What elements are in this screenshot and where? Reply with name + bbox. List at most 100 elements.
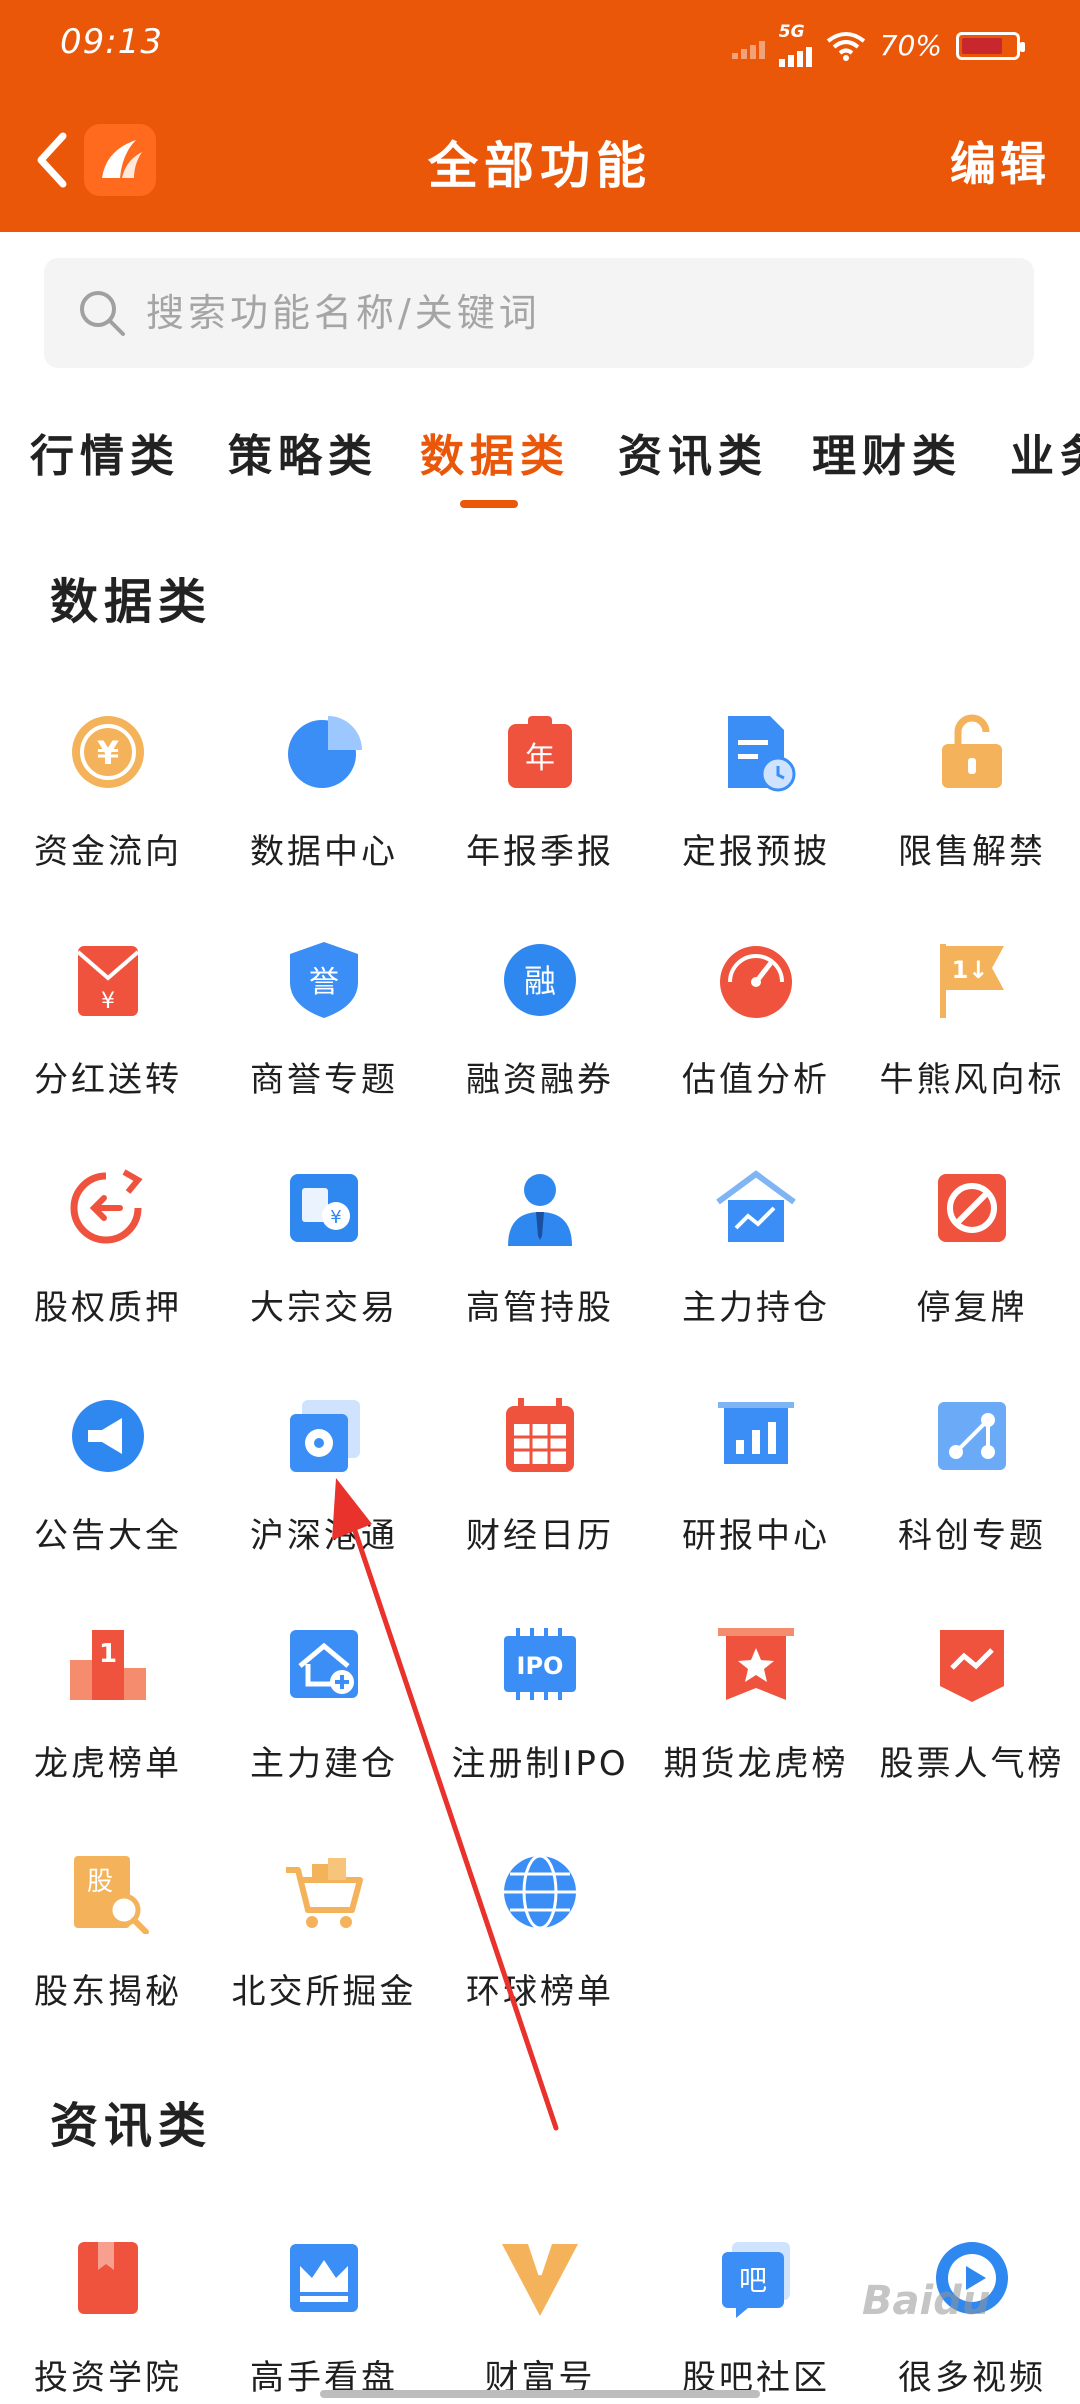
search-icon	[80, 291, 125, 336]
function-item-label: 大宗交易	[250, 1288, 398, 1328]
house-plus-icon	[290, 1630, 358, 1698]
function-item-label: 股东揭秘	[34, 1972, 182, 2012]
function-item-label: 数据中心	[250, 832, 398, 872]
battery-icon	[956, 31, 1025, 60]
red-envelope-icon: ¥	[76, 946, 140, 1016]
app-header: 09:13 5G 70% 全部功能 编辑	[0, 0, 1080, 232]
function-item[interactable]: IPO 注册制IPO	[432, 1622, 648, 1842]
function-item-label: 融资融券	[466, 1060, 614, 1100]
function-item[interactable]: ¥ 分红送转	[0, 938, 216, 1158]
function-item[interactable]: 财经日历	[432, 1394, 648, 1614]
svg-text:1↓: 1↓	[952, 956, 989, 984]
function-item-label: 商誉专题	[250, 1060, 398, 1100]
tab-business[interactable]: 业务	[1010, 420, 1080, 484]
function-item[interactable]: 沪深港通	[216, 1394, 432, 1614]
bull-bear-flag-icon: 1↓	[940, 944, 1004, 1018]
function-item[interactable]: 股权质押	[0, 1166, 216, 1386]
nav-bar: 全部功能 编辑	[0, 100, 1080, 220]
signal-sim2: 5G	[778, 24, 812, 67]
globe-icon	[504, 1854, 576, 1930]
search-bar[interactable]	[44, 258, 1034, 368]
document-clock-icon	[728, 716, 796, 792]
pie-chart-icon	[288, 716, 362, 788]
function-item[interactable]: 誉商誉专题	[216, 938, 432, 1158]
function-item-label: 很多视频	[898, 2358, 1046, 2398]
yuan-coin-icon: ¥	[72, 716, 144, 788]
margin-trading-icon: 融	[504, 944, 576, 1016]
annual-report-icon: 年	[508, 716, 572, 788]
book-icon	[78, 2242, 138, 2314]
function-item[interactable]: 财富号	[432, 2236, 648, 2404]
status-bar: 09:13 5G 70%	[0, 0, 1080, 90]
function-item[interactable]: 公告大全	[0, 1394, 216, 1614]
hk-connect-icon	[290, 1400, 360, 1472]
function-item[interactable]: 1↓ 牛熊风向标	[864, 938, 1080, 1158]
function-item-label: 年报季报	[466, 832, 614, 872]
home-indicator[interactable]	[320, 2390, 760, 2398]
function-item[interactable]: 数据中心	[216, 710, 432, 930]
function-item[interactable]: 期货龙虎榜	[648, 1622, 864, 1842]
function-item-label: 资金流向	[34, 832, 182, 872]
function-item-label: 股票人气榜	[879, 1744, 1065, 1784]
function-item-label: 估值分析	[682, 1060, 830, 1100]
function-item[interactable]: 融融资融券	[432, 938, 648, 1158]
house-chart-icon	[716, 1170, 796, 1242]
function-item[interactable]: 高管持股	[432, 1166, 648, 1386]
function-item[interactable]: 北交所掘金	[216, 1850, 432, 2070]
shareholder-book-icon: 股	[74, 1856, 149, 1934]
edit-button[interactable]: 编辑	[950, 128, 1050, 194]
tab-news[interactable]: 资讯类	[618, 420, 768, 484]
page-title: 全部功能	[428, 137, 652, 195]
tab-finance[interactable]: 理财类	[812, 420, 962, 484]
active-tab-indicator	[460, 500, 518, 508]
function-item[interactable]: 投资学院	[0, 2236, 216, 2404]
function-item-label: 研报中心	[682, 1516, 830, 1556]
tab-market[interactable]: 行情类	[30, 420, 180, 484]
function-item-label: 公告大全	[34, 1516, 182, 1556]
status-indicators: 5G 70%	[731, 24, 1025, 67]
function-item[interactable]: 科创专题	[864, 1394, 1080, 1614]
function-item[interactable]: 1 龙虎榜单	[0, 1622, 216, 1842]
svg-text:股: 股	[87, 1867, 113, 1897]
function-item[interactable]: 限售解禁	[864, 710, 1080, 930]
research-chart-icon	[718, 1402, 794, 1464]
function-item-label: 高管持股	[466, 1288, 614, 1328]
function-item[interactable]: 估值分析	[648, 938, 864, 1158]
function-item[interactable]: 定报预披	[648, 710, 864, 930]
function-item[interactable]: 股股东揭秘	[0, 1850, 216, 2070]
function-item[interactable]: 高手看盘	[216, 2236, 432, 2404]
function-item-label: 期货龙虎榜	[663, 1744, 849, 1784]
function-item[interactable]: 环球榜单	[432, 1850, 648, 2070]
svg-text:吧: 吧	[739, 2264, 767, 2297]
tab-data[interactable]: 数据类	[420, 420, 570, 484]
function-item-label: 分红送转	[34, 1060, 182, 1100]
ipo-chip-icon: IPO	[504, 1628, 576, 1700]
svg-text:融: 融	[524, 962, 556, 1000]
function-item[interactable]: 股票人气榜	[864, 1622, 1080, 1842]
function-item[interactable]: ¥ 大宗交易	[216, 1166, 432, 1386]
equity-pledge-icon	[70, 1169, 143, 1244]
suspension-icon	[938, 1174, 1006, 1242]
baidu-watermark: Baidu	[862, 2278, 991, 2324]
function-item-label: 主力建仓	[250, 1744, 398, 1784]
function-item[interactable]: 主力建仓	[216, 1622, 432, 1842]
star-market-icon	[938, 1402, 1006, 1470]
function-item[interactable]: 主力持仓	[648, 1166, 864, 1386]
function-item[interactable]: 停复牌	[864, 1166, 1080, 1386]
function-item-label: 限售解禁	[898, 832, 1046, 872]
crown-icon	[290, 2244, 358, 2312]
svg-text:¥: ¥	[97, 734, 119, 772]
function-item[interactable]: 年年报季报	[432, 710, 648, 930]
category-tabs: 行情类 策略类 数据类 资讯类 理财类 业务	[0, 420, 1080, 520]
svg-text:誉: 誉	[309, 965, 339, 1000]
function-item[interactable]: 研报中心	[648, 1394, 864, 1614]
tab-strategy[interactable]: 策略类	[228, 420, 378, 484]
calendar-icon	[506, 1398, 574, 1472]
megaphone-icon	[72, 1400, 144, 1472]
function-item[interactable]: ¥ 资金流向	[0, 710, 216, 930]
function-item[interactable]: 吧股吧社区	[648, 2236, 864, 2404]
svg-text:年: 年	[525, 741, 555, 776]
function-item-label: 定报预披	[682, 832, 830, 872]
search-input[interactable]	[146, 291, 1006, 335]
pen-nib-icon	[502, 2244, 578, 2316]
